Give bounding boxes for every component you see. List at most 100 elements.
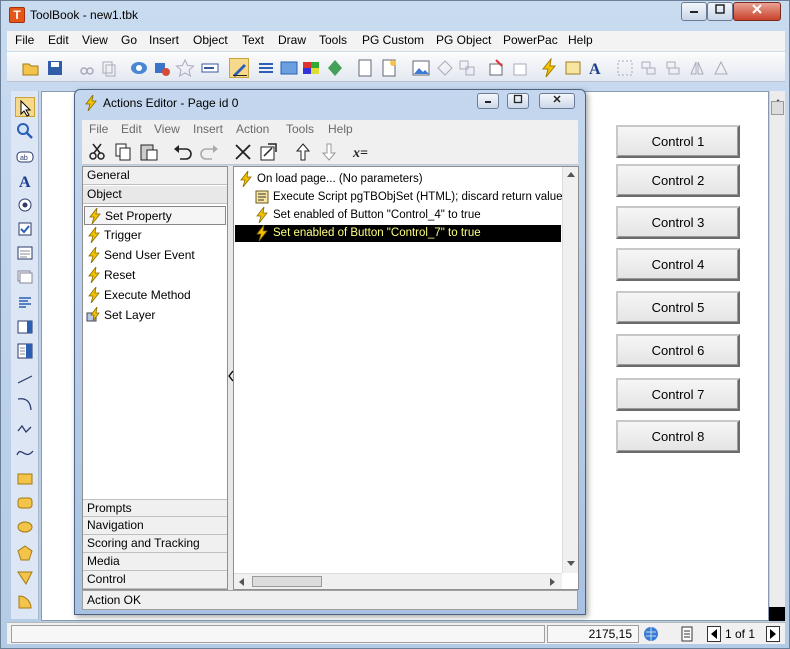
action-trigger[interactable]: Trigger	[84, 226, 226, 245]
control-6-button[interactable]: Control 6	[616, 334, 740, 367]
action-bolt-icon[interactable]	[539, 57, 559, 78]
object-properties-icon[interactable]	[511, 58, 531, 78]
category-control[interactable]: Control	[83, 571, 227, 589]
variable-assign-icon[interactable]: x=	[352, 141, 380, 163]
control-7-button[interactable]: Control 7	[616, 378, 740, 411]
selection-arrow-icon[interactable]	[15, 97, 35, 117]
ae-menu-view[interactable]: View	[154, 122, 180, 136]
background-icon[interactable]	[279, 58, 299, 78]
gem-icon[interactable]	[325, 58, 345, 78]
menu-pg-custom[interactable]: PG Custom	[362, 33, 424, 47]
delete-icon[interactable]	[232, 141, 254, 163]
menu-object[interactable]: Object	[193, 33, 228, 47]
category-prompts[interactable]: Prompts	[83, 499, 227, 517]
polyline-tool-icon[interactable]	[15, 419, 35, 439]
radio-button-icon[interactable]	[15, 195, 35, 215]
group-disabled-icon[interactable]	[457, 58, 477, 78]
action-execute-method[interactable]: Execute Method	[84, 286, 226, 305]
list-tool-icon[interactable]	[15, 293, 35, 313]
rounded-rectangle-tool-icon[interactable]	[15, 493, 35, 513]
flip-disabled-icon[interactable]	[687, 58, 707, 78]
cut-icon[interactable]	[86, 141, 108, 163]
rotate-disabled-icon[interactable]	[711, 58, 731, 78]
checkbox-icon[interactable]	[15, 219, 35, 239]
hyperlink-tool-icon[interactable]	[15, 341, 35, 361]
menu-view[interactable]: View	[82, 33, 108, 47]
category-scoring-and-tracking[interactable]: Scoring and Tracking	[83, 535, 227, 553]
ae-maximize-button[interactable]	[507, 93, 529, 109]
scroll-right-arrow-icon[interactable]	[550, 578, 556, 586]
vertical-scrollbar[interactable]	[769, 91, 785, 607]
script-icon[interactable]	[563, 58, 583, 78]
menu-tools[interactable]: Tools	[319, 33, 347, 47]
open-icon[interactable]	[21, 58, 41, 78]
paste-icon[interactable]	[138, 141, 160, 163]
script-line-set-enabled-control-7-selected[interactable]: Set enabled of Button "Control_7" to tru…	[235, 224, 561, 242]
menu-powerpac[interactable]: PowerPac	[503, 33, 558, 47]
move-up-icon[interactable]	[292, 141, 314, 163]
diamond-disabled-icon[interactable]	[435, 58, 455, 78]
action-set-property[interactable]: Set Property	[84, 206, 226, 225]
toolbook-app-icon[interactable]: T	[9, 7, 25, 23]
catalog-icon[interactable]	[152, 58, 172, 78]
line-tool-icon[interactable]	[15, 369, 35, 389]
pie-tool-icon[interactable]	[15, 591, 35, 611]
next-page-button[interactable]	[766, 626, 780, 642]
control-2-button[interactable]: Control 2	[616, 164, 740, 197]
copy-disabled-icon[interactable]	[99, 58, 119, 78]
globe-icon[interactable]	[643, 626, 659, 645]
minimize-button[interactable]	[681, 2, 707, 21]
rectangle-tool-icon[interactable]	[15, 469, 35, 489]
ae-menu-edit[interactable]: Edit	[121, 122, 142, 136]
align-right-disabled-icon[interactable]	[663, 58, 683, 78]
font-icon[interactable]: A	[585, 58, 605, 78]
ae-menu-help[interactable]: Help	[328, 122, 353, 136]
picture-icon[interactable]	[411, 58, 431, 78]
zoom-icon[interactable]	[15, 121, 35, 141]
copy-icon[interactable]	[112, 141, 134, 163]
script-line-set-enabled-control-4[interactable]: Set enabled of Button "Control_4" to tru…	[254, 206, 574, 224]
previous-page-button[interactable]	[707, 626, 721, 642]
menu-file[interactable]: File	[15, 33, 34, 47]
scroll-thumb[interactable]	[771, 101, 784, 115]
menu-pg-object[interactable]: PG Object	[436, 33, 491, 47]
menu-edit[interactable]: Edit	[48, 33, 69, 47]
polygon-tool-icon[interactable]	[15, 543, 35, 563]
menu-help[interactable]: Help	[568, 33, 593, 47]
ae-menu-tools[interactable]: Tools	[286, 122, 314, 136]
close-button[interactable]	[733, 2, 781, 21]
properties-icon[interactable]	[487, 58, 507, 78]
scroll-up-arrow-icon[interactable]	[567, 171, 575, 177]
ae-minimize-button[interactable]	[477, 93, 499, 109]
ae-close-button[interactable]	[539, 93, 575, 109]
curve-tool-icon[interactable]	[15, 443, 35, 463]
control-1-button[interactable]: Control 1	[616, 125, 740, 158]
record-field-icon[interactable]	[15, 267, 35, 287]
action-properties-icon[interactable]	[258, 141, 280, 163]
action-set-layer[interactable]: Set Layer	[84, 306, 226, 325]
menu-text[interactable]: Text	[242, 33, 264, 47]
star-disabled-icon[interactable]	[175, 58, 195, 78]
ae-menu-file[interactable]: File	[89, 122, 108, 136]
align-left-disabled-icon[interactable]	[639, 58, 659, 78]
control-3-button[interactable]: Control 3	[616, 206, 740, 239]
control-4-button[interactable]: Control 4	[616, 248, 740, 281]
label-button-icon[interactable]: ab	[15, 147, 35, 167]
combo-box-icon[interactable]	[15, 317, 35, 337]
save-icon[interactable]	[45, 58, 65, 78]
title-bar[interactable]: T ToolBook - new1.tbk	[1, 1, 789, 29]
arc-tool-icon[interactable]	[15, 393, 35, 413]
control-8-button[interactable]: Control 8	[616, 420, 740, 453]
script-line-on-load[interactable]: On load page... (No parameters)	[238, 170, 558, 188]
script-vertical-scrollbar[interactable]	[562, 167, 578, 573]
category-navigation[interactable]: Navigation	[83, 517, 227, 535]
maximize-button[interactable]	[707, 2, 733, 21]
script-line-execute-script[interactable]: Execute Script pgTBObjSet (HTML); discar…	[254, 189, 574, 206]
text-tool-icon[interactable]: A	[15, 171, 35, 191]
reader-icon[interactable]	[129, 58, 149, 78]
category-object[interactable]: Object	[83, 186, 227, 204]
align-icon[interactable]	[256, 58, 276, 78]
action-reset[interactable]: Reset	[84, 266, 226, 285]
action-send-user-event[interactable]: Send User Event	[84, 246, 226, 265]
field-icon[interactable]	[200, 58, 220, 78]
